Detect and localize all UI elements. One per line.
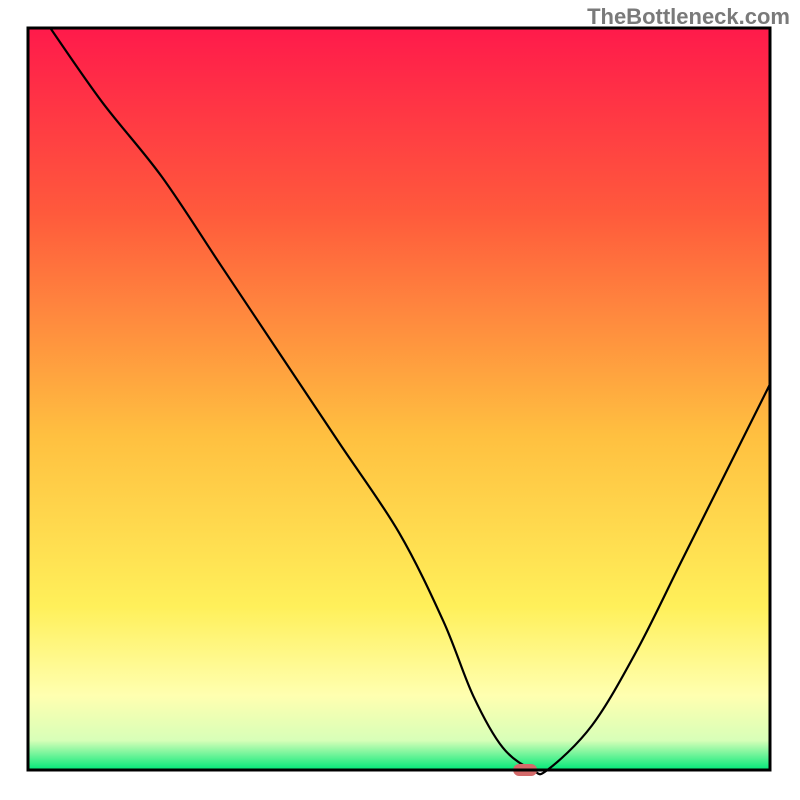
chart-container: TheBottleneck.com [0,0,800,800]
chart-svg [0,0,800,800]
plot-background [28,28,770,770]
watermark-text: TheBottleneck.com [587,4,790,30]
